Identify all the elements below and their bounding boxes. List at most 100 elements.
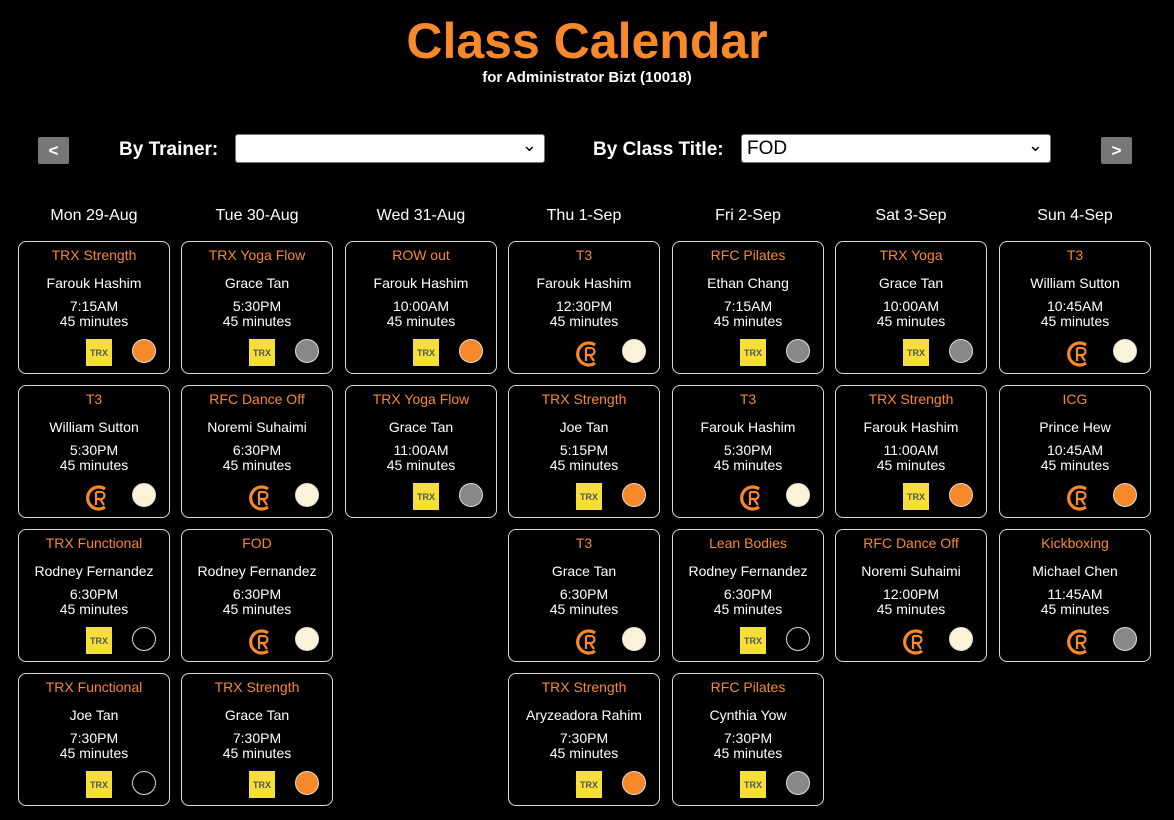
trainer-name: Rodney Fernandez: [688, 563, 808, 579]
trainer-select[interactable]: ⌄: [235, 134, 545, 163]
class-card[interactable]: RFC Dance Off Noremi Suhaimi 6:30PM 45 minu…: [181, 385, 333, 518]
class-card[interactable]: ROW out Farouk Hashim 10:00AM 45 minutes TRX: [345, 241, 497, 374]
class-time: 10:00AM: [392, 298, 450, 314]
class-card[interactable]: TRX Yoga Flow Grace Tan 5:30PM 45 minutes TR…: [181, 241, 333, 374]
class-card[interactable]: Lean Bodies Rodney Fernandez 6:30PM 45 minu…: [672, 529, 824, 662]
trainer-name: Grace Tan: [878, 275, 944, 291]
c-brand-logo-icon: [248, 483, 275, 513]
class-card[interactable]: RFC Pilates Cynthia Yow 7:30PM 45 minutes TR…: [672, 673, 824, 806]
trx-logo-icon: TRX: [413, 339, 439, 366]
class-title: TRX Yoga: [879, 247, 943, 263]
status-indicator-icon: [949, 483, 973, 507]
c-brand-logo-icon: [1066, 339, 1093, 369]
trainer-name: Grace Tan: [551, 563, 617, 579]
class-title: T3: [575, 247, 593, 263]
trainer-filter-label: By Trainer:: [119, 139, 219, 160]
class-time: 7:15AM: [723, 298, 773, 314]
status-indicator-icon: [1113, 339, 1137, 363]
class-card[interactable]: TRX Strength Aryzeadora Rahim 7:30PM 45 min…: [508, 673, 660, 806]
class-title: FOD: [242, 535, 272, 551]
trainer-name: Farouk Hashim: [536, 275, 632, 291]
class-card[interactable]: T3 William Sutton 5:30PM 45 minutes: [18, 385, 170, 518]
class-card[interactable]: Kickboxing Michael Chen 11:45AM 45 minutes: [999, 529, 1151, 662]
trainer-name: Joe Tan: [559, 419, 609, 435]
class-duration: 45 minutes: [549, 457, 619, 473]
class-duration: 45 minutes: [386, 313, 456, 329]
trainer-name: Grace Tan: [224, 275, 290, 291]
class-time: 6:30PM: [232, 442, 282, 458]
class-title: T3: [1066, 247, 1084, 263]
day-header: Tue 30-Aug: [215, 207, 299, 224]
class-card[interactable]: TRX Functional Rodney Fernandez 6:30PM 45 m…: [18, 529, 170, 662]
class-duration: 45 minutes: [1040, 313, 1110, 329]
class-card[interactable]: T3 Farouk Hashim 5:30PM 45 minutes: [672, 385, 824, 518]
trx-logo-icon: TRX: [740, 627, 766, 654]
next-week-button[interactable]: >: [1101, 137, 1132, 164]
status-indicator-icon: [459, 483, 483, 507]
class-duration: 45 minutes: [59, 601, 129, 617]
class-duration: 45 minutes: [59, 745, 129, 761]
c-brand-logo-icon: [739, 483, 766, 513]
trainer-name: Farouk Hashim: [863, 419, 959, 435]
class-card[interactable]: T3 Farouk Hashim 12:30PM 45 minutes: [508, 241, 660, 374]
day-header: Sat 3-Sep: [875, 207, 947, 224]
status-indicator-icon: [786, 483, 810, 507]
class-title-select-value: FOD: [747, 138, 788, 159]
chevron-down-icon: ⌄: [1027, 135, 1043, 155]
class-title: TRX Strength: [214, 679, 300, 695]
trainer-name: Grace Tan: [224, 707, 290, 723]
trainer-name: Rodney Fernandez: [197, 563, 317, 579]
day-header: Mon 29-Aug: [50, 207, 138, 224]
class-title: T3: [85, 391, 103, 407]
status-indicator-icon: [786, 627, 810, 651]
trainer-name: Noremi Suhaimi: [207, 419, 307, 435]
trx-logo-icon: TRX: [740, 339, 766, 366]
class-title: TRX Strength: [51, 247, 137, 263]
class-card[interactable]: TRX Strength Farouk Hashim 7:15AM 45 minute…: [18, 241, 170, 374]
status-indicator-icon: [132, 627, 156, 651]
class-card[interactable]: RFC Dance Off Noremi Suhaimi 12:00PM 45 min…: [835, 529, 987, 662]
class-card[interactable]: TRX Functional Joe Tan 7:30PM 45 minutes TRX: [18, 673, 170, 806]
trx-logo-icon: TRX: [576, 771, 602, 798]
class-time: 7:15AM: [69, 298, 119, 314]
class-card[interactable]: T3 Grace Tan 6:30PM 45 minutes: [508, 529, 660, 662]
class-time: 5:30PM: [723, 442, 773, 458]
trx-logo-icon: TRX: [903, 483, 929, 510]
class-card[interactable]: T3 William Sutton 10:45AM 45 minutes: [999, 241, 1151, 374]
class-title-select[interactable]: FOD ⌄: [741, 134, 1051, 163]
class-title: TRX Yoga Flow: [208, 247, 306, 263]
status-indicator-icon: [295, 627, 319, 651]
class-card[interactable]: RFC Pilates Ethan Chang 7:15AM 45 minutes TR…: [672, 241, 824, 374]
class-duration: 45 minutes: [386, 457, 456, 473]
trainer-name: Noremi Suhaimi: [861, 563, 961, 579]
class-time: 10:00AM: [882, 298, 940, 314]
class-title: TRX Functional: [45, 679, 143, 695]
c-brand-logo-icon: [575, 627, 602, 657]
trainer-name: Ethan Chang: [707, 275, 789, 291]
trx-logo-icon: TRX: [86, 627, 112, 654]
trainer-name: Farouk Hashim: [373, 275, 469, 291]
status-indicator-icon: [1113, 627, 1137, 651]
class-title: Lean Bodies: [709, 535, 787, 551]
class-title: T3: [575, 535, 593, 551]
trainer-name: Cynthia Yow: [709, 707, 787, 723]
class-card[interactable]: FOD Rodney Fernandez 6:30PM 45 minutes: [181, 529, 333, 662]
class-time: 10:45AM: [1046, 442, 1104, 458]
class-duration: 45 minutes: [713, 601, 783, 617]
class-card[interactable]: TRX Strength Joe Tan 5:15PM 45 minutes TRX: [508, 385, 660, 518]
class-time: 7:30PM: [232, 730, 282, 746]
class-title: RFC Dance Off: [209, 391, 305, 407]
class-card[interactable]: TRX Yoga Grace Tan 10:00AM 45 minutes TRX: [835, 241, 987, 374]
trainer-name: Farouk Hashim: [46, 275, 142, 291]
class-card[interactable]: ICG Prince Hew 10:45AM 45 minutes: [999, 385, 1151, 518]
class-time: 5:15PM: [559, 442, 609, 458]
class-card[interactable]: TRX Strength Grace Tan 7:30PM 45 minutes TRX: [181, 673, 333, 806]
prev-week-button[interactable]: <: [38, 137, 69, 164]
class-time: 11:45AM: [1047, 586, 1103, 602]
class-card[interactable]: TRX Yoga Flow Grace Tan 11:00AM 45 minutes T…: [345, 385, 497, 518]
class-card[interactable]: TRX Strength Farouk Hashim 11:00AM 45 minut…: [835, 385, 987, 518]
status-indicator-icon: [949, 627, 973, 651]
class-title: RFC Pilates: [710, 679, 786, 695]
c-brand-logo-icon: [248, 627, 275, 657]
class-duration: 45 minutes: [222, 457, 292, 473]
